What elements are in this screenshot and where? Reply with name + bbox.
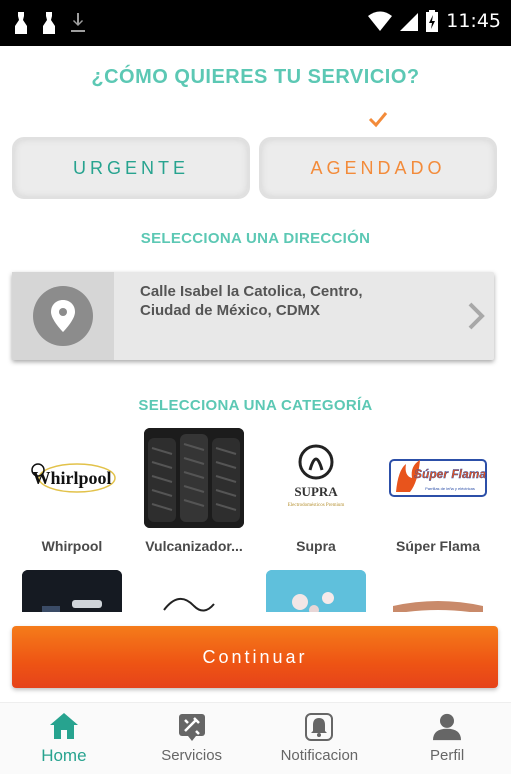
address-card[interactable]: Calle Isabel la Catolica, Centro, Ciudad… [12, 272, 494, 360]
nav-home-label: Home [41, 745, 87, 765]
category-grid: Whirlpool Whirpool Vulcanizador... SUPRA… [0, 428, 511, 612]
continue-button[interactable]: Continuar [12, 626, 498, 688]
notification-icon [43, 12, 55, 34]
svg-text:Electrodomésticos Premium: Electrodomésticos Premium [288, 503, 345, 508]
bell-icon [305, 713, 334, 741]
battery-icon [426, 10, 439, 32]
category-supra[interactable]: SUPRA Electrodomésticos Premium Supra [256, 428, 376, 554]
nav-servicios-label: Servicios [161, 747, 223, 764]
category-label: Vulcanizador... [145, 538, 243, 554]
tires-image [144, 428, 244, 528]
location-pin-icon [51, 300, 75, 332]
tools-icon [178, 714, 205, 741]
notification-icon [15, 12, 27, 34]
category-whirpool[interactable]: Whirlpool Whirpool [12, 428, 132, 554]
address-section-title: SELECCIONA UNA DIRECCIÓN [140, 230, 371, 247]
svg-text:Súper Flama: Súper Flama [414, 467, 486, 481]
nav-notificacion-label: Notificacion [280, 747, 359, 764]
address-line2: Ciudad de México, CDMX [140, 302, 321, 319]
category-image [144, 570, 244, 612]
nav-perfil-label: Perfil [430, 747, 465, 764]
category-image [388, 570, 488, 612]
check-icon [368, 112, 388, 128]
signal-icon [400, 13, 419, 31]
category-item[interactable] [378, 570, 498, 612]
super-flama-logo: Súper Flama Parrillas de leña y eléctric… [388, 428, 488, 528]
category-image [22, 570, 122, 612]
category-item[interactable] [256, 570, 376, 612]
download-icon [71, 13, 85, 32]
category-label: Súper Flama [395, 538, 481, 554]
address-icon-box [12, 272, 114, 360]
chevron-right-icon [468, 302, 485, 330]
clock: 11:45 [446, 10, 501, 32]
status-bar: 11:45 [0, 0, 511, 46]
address-text: Calle Isabel la Catolica, Centro, Ciudad… [140, 282, 440, 320]
category-label: Supra [296, 538, 336, 554]
category-super-flama[interactable]: Súper Flama Parrillas de leña y eléctric… [378, 428, 498, 554]
category-vulcanizadora[interactable]: Vulcanizador... [134, 428, 254, 554]
svg-text:SUPRA: SUPRA [294, 484, 338, 499]
agendado-option[interactable]: AGENDADO [259, 137, 497, 199]
category-image [266, 570, 366, 612]
supra-logo: SUPRA Electrodomésticos Premium [266, 428, 366, 528]
bottom-nav: Home Servicios Notificacion Perfil [0, 702, 511, 774]
urgente-option[interactable]: URGENTE [12, 137, 250, 199]
category-item[interactable] [12, 570, 132, 612]
nav-home[interactable]: Home [0, 703, 128, 774]
category-section-title: SELECCIONA UNA CATEGORÍA [138, 397, 373, 414]
svg-text:Parrillas de leña y eléctricas: Parrillas de leña y eléctricas [425, 486, 475, 491]
home-icon [49, 712, 78, 739]
nav-notificacion[interactable]: Notificacion [256, 703, 384, 774]
nav-servicios[interactable]: Servicios [128, 703, 256, 774]
category-label: Whirpool [41, 538, 103, 554]
person-icon [433, 713, 462, 741]
nav-perfil[interactable]: Perfil [383, 703, 511, 774]
whirlpool-logo: Whirlpool [22, 428, 122, 528]
page-title: ¿CÓMO QUIERES TU SERVICIO? [91, 66, 420, 88]
category-item[interactable] [134, 570, 254, 612]
address-line1: Calle Isabel la Catolica, Centro, [140, 283, 363, 300]
wifi-icon [368, 11, 393, 31]
